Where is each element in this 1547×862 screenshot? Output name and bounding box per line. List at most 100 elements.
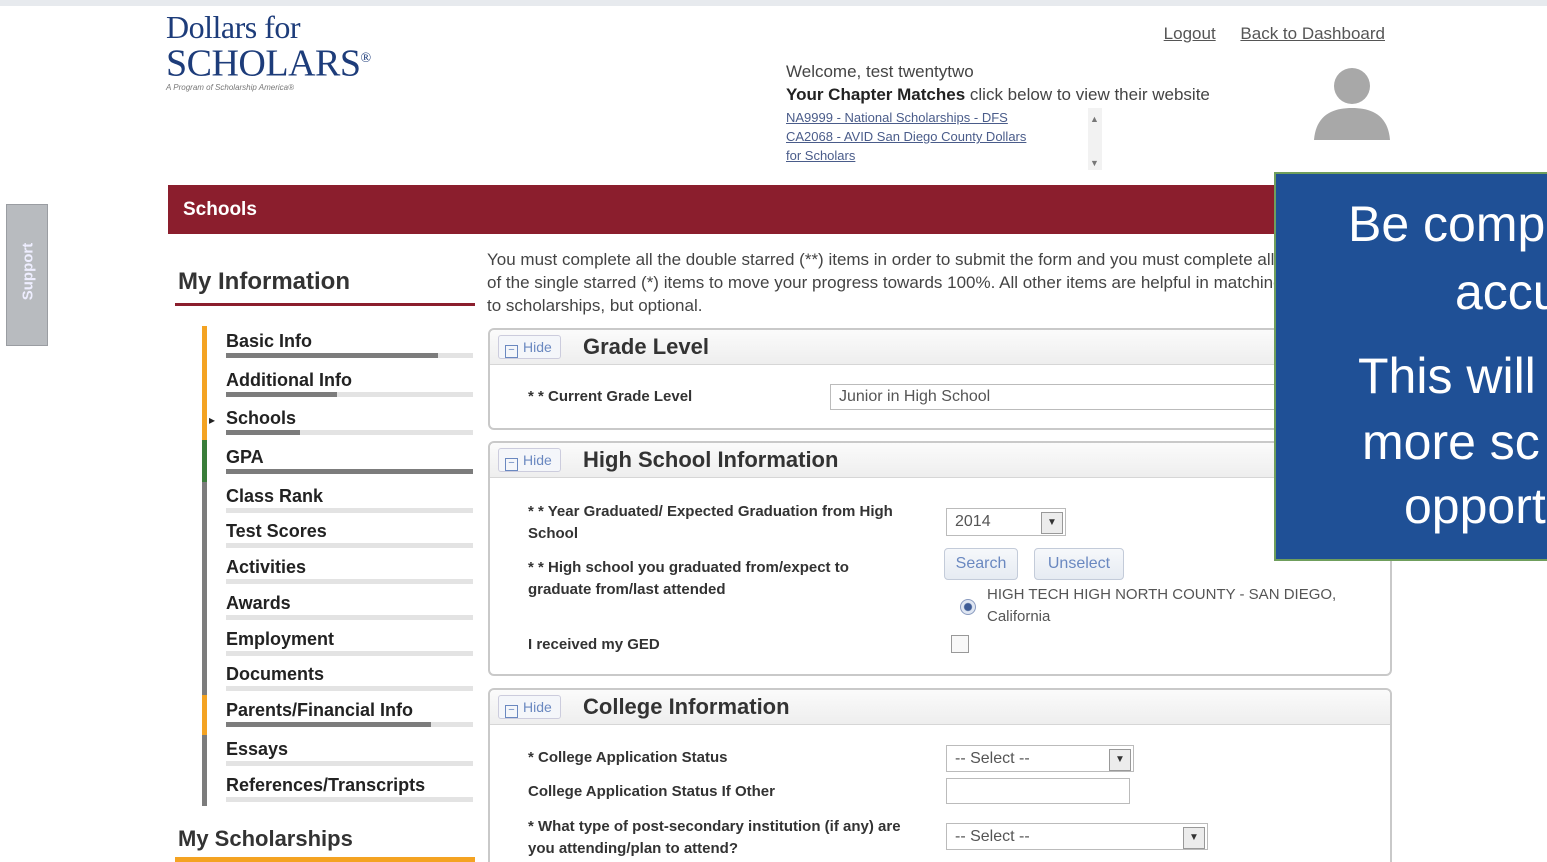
sidebar-progress-fill xyxy=(226,392,338,397)
hide-label: Hide xyxy=(523,339,552,355)
scroll-up-icon[interactable]: ▲ xyxy=(1090,110,1099,129)
status-segment xyxy=(202,326,207,440)
dropdown-arrow-icon[interactable]: ▼ xyxy=(1041,512,1063,534)
page: Dollars for SCHOLARS® A Program of Schol… xyxy=(0,0,1547,862)
chapter-match-link[interactable]: CA2068 - AVID San Diego County Dollars xyxy=(786,127,1106,146)
sidebar-item-additional-info[interactable]: Additional Info xyxy=(226,370,352,391)
sidebar-progress-bar xyxy=(226,686,473,691)
graduation-year-select[interactable]: 2014 ▼ xyxy=(946,508,1066,536)
sidebar-progress-bar xyxy=(226,615,473,620)
graduation-year-value: 2014 xyxy=(955,513,991,530)
sidebar-progress-bar xyxy=(226,579,473,584)
sidebar-item-activities[interactable]: Activities xyxy=(226,557,306,578)
hide-high-school-button[interactable]: − Hide xyxy=(498,448,561,472)
collapse-icon: − xyxy=(505,345,518,358)
college-status-other-input[interactable] xyxy=(946,778,1130,804)
instructions-text: You must complete all the double starred… xyxy=(487,250,1283,315)
sidebar-progress-fill xyxy=(226,353,439,358)
collapse-icon: − xyxy=(505,458,518,471)
my-scholarships-heading[interactable]: My Scholarships xyxy=(178,826,353,852)
current-item-marker-icon: ▸ xyxy=(209,413,216,427)
panel-title: College Information xyxy=(583,694,790,719)
chapter-matches-hint: click below to view their website xyxy=(965,85,1210,104)
sidebar-item-class-rank[interactable]: Class Rank xyxy=(226,486,323,507)
selected-school-radio[interactable] xyxy=(960,599,976,615)
support-tab-label: Support xyxy=(19,242,37,301)
sidebar-item-basic-info[interactable]: Basic Info xyxy=(226,331,312,352)
section-title: Schools xyxy=(183,199,257,220)
scroll-down-icon[interactable]: ▼ xyxy=(1090,154,1099,173)
sidebar-item-essays[interactable]: Essays xyxy=(226,739,288,760)
hide-college-button[interactable]: − Hide xyxy=(498,695,561,719)
sidebar-item-test-scores[interactable]: Test Scores xyxy=(226,521,327,542)
hide-label: Hide xyxy=(523,699,552,715)
high-school-panel: − Hide High School Information * * Year G… xyxy=(488,441,1392,676)
institution-type-select[interactable]: -- Select -- ▼ xyxy=(946,823,1208,850)
callout-line: This will xyxy=(1358,348,1536,404)
top-strip xyxy=(0,0,1547,6)
graduation-year-label: * * Year Graduated/ Expected Graduation … xyxy=(528,503,893,542)
college-status-value: -- Select -- xyxy=(955,750,1030,767)
current-grade-field[interactable]: Junior in High School xyxy=(830,384,1350,410)
status-segment xyxy=(202,440,207,482)
tip-callout: Be comp accu This will more sc opport xyxy=(1274,172,1547,561)
callout-line: opport xyxy=(1404,478,1546,534)
user-avatar-icon xyxy=(1314,68,1390,140)
dropdown-arrow-icon[interactable]: ▼ xyxy=(1183,827,1205,849)
panel-header: − Hide College Information xyxy=(490,690,1390,725)
logo-line2-text: SCHOLARS xyxy=(166,42,361,85)
sidebar-progress-bar xyxy=(226,430,473,435)
ged-label: I received my GED xyxy=(528,636,660,653)
section-title-bar: Schools xyxy=(168,185,1408,234)
college-status-other-label: College Application Status If Other xyxy=(528,783,775,800)
sidebar-progress-bar xyxy=(226,543,473,548)
dropdown-arrow-icon[interactable]: ▼ xyxy=(1109,749,1131,771)
panel-title: Grade Level xyxy=(583,334,709,359)
selected-school-name: HIGH TECH HIGH NORTH COUNTY - SAN DIEGO,… xyxy=(987,586,1337,625)
sidebar-item-gpa[interactable]: GPA xyxy=(226,447,264,468)
header-links: Logout Back to Dashboard xyxy=(1144,24,1385,44)
sidebar-item-parents-financial-info[interactable]: Parents/Financial Info xyxy=(226,700,413,721)
sidebar-item-documents[interactable]: Documents xyxy=(226,664,324,685)
sidebar-progress-bar xyxy=(226,353,473,358)
college-panel: − Hide College Information * College Appl… xyxy=(488,688,1392,862)
unselect-school-button[interactable]: Unselect xyxy=(1034,548,1124,580)
chapter-match-link[interactable]: for Scholars xyxy=(786,146,1106,165)
collapse-icon: − xyxy=(505,705,518,718)
ged-checkbox[interactable] xyxy=(951,635,969,653)
back-to-dashboard-link[interactable]: Back to Dashboard xyxy=(1240,24,1385,43)
dollars-for-scholars-logo[interactable]: Dollars for SCHOLARS® A Program of Schol… xyxy=(166,9,371,92)
sidebar-item-references-transcripts[interactable]: References/Transcripts xyxy=(226,775,425,796)
institution-type-value: -- Select -- xyxy=(955,828,1030,845)
panel-header: − Hide High School Information xyxy=(490,443,1390,478)
chapter-matches-scrollbar[interactable]: ▲ ▼ xyxy=(1088,108,1102,170)
support-tab[interactable]: Support xyxy=(6,204,48,346)
logo-registered: ® xyxy=(360,51,372,66)
heading-underline xyxy=(175,303,475,306)
sidebar-progress-fill xyxy=(226,722,431,727)
sidebar-item-schools[interactable]: Schools xyxy=(226,408,296,429)
status-segment xyxy=(202,735,207,806)
welcome-text: Welcome, test twentytwo xyxy=(786,62,974,81)
chapter-matches-list[interactable]: NA9999 - National Scholarships - DFS CA2… xyxy=(786,108,1106,170)
sidebar-progress-bar xyxy=(226,797,473,802)
logo-line2: SCHOLARS® xyxy=(166,42,371,83)
sidebar-progress-bar xyxy=(226,761,473,766)
search-school-button[interactable]: Search xyxy=(944,548,1018,580)
sidebar-item-awards[interactable]: Awards xyxy=(226,593,291,614)
chapter-matches-heading: Your Chapter Matches xyxy=(786,85,966,104)
hide-grade-level-button[interactable]: − Hide xyxy=(498,335,561,359)
hide-label: Hide xyxy=(523,452,552,468)
logo-line1: Dollars for xyxy=(166,9,301,45)
my-scholarships-underline xyxy=(175,857,475,862)
logout-link[interactable]: Logout xyxy=(1164,24,1216,43)
callout-line: more sc xyxy=(1362,414,1540,470)
sidebar-progress-fill xyxy=(226,469,473,474)
college-status-select[interactable]: -- Select -- ▼ xyxy=(946,745,1134,772)
sidebar-progress-bar xyxy=(226,651,473,656)
sidebar-progress-bar xyxy=(226,469,473,474)
chapter-match-link[interactable]: NA9999 - National Scholarships - DFS xyxy=(786,108,1106,127)
sidebar-item-employment[interactable]: Employment xyxy=(226,629,334,650)
sidebar-progress-bar xyxy=(226,508,473,513)
grade-level-panel: − Hide Grade Level * * Current Grade Leve… xyxy=(488,328,1392,430)
